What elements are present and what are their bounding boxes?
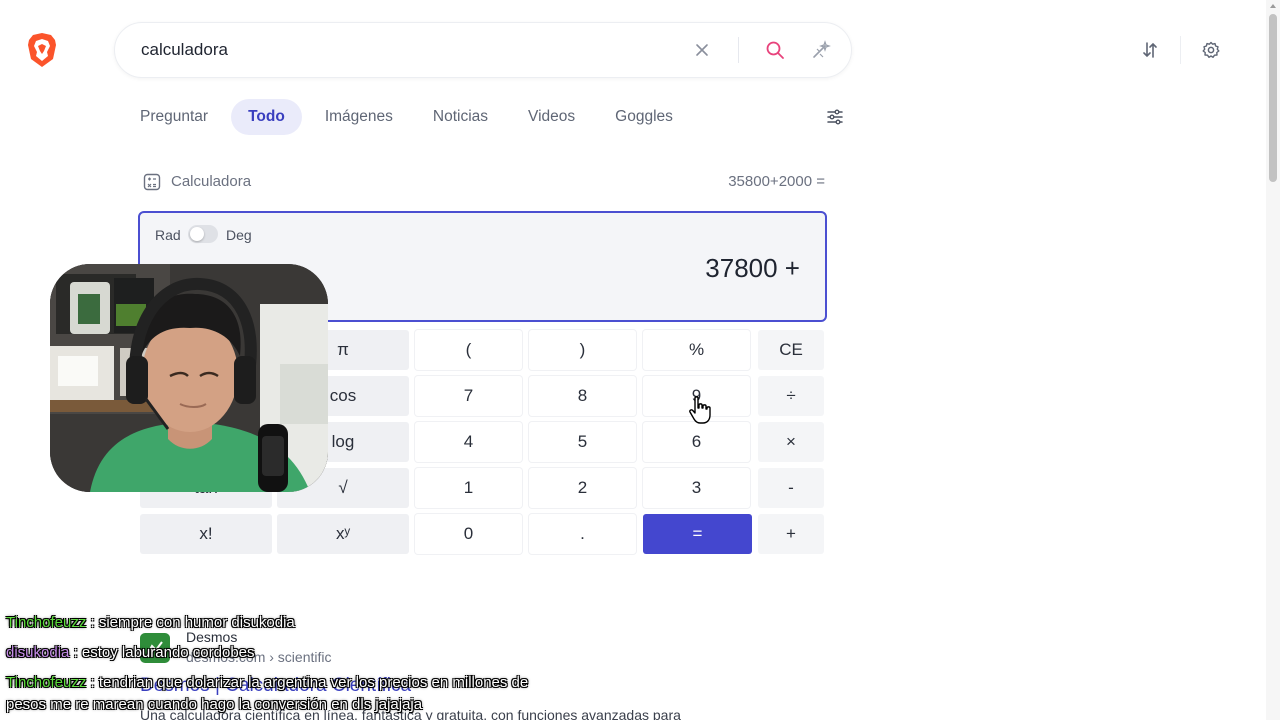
key-1[interactable]: 1 <box>415 468 522 508</box>
key-equals[interactable]: = <box>643 514 752 554</box>
key-close-paren[interactable]: ) <box>529 330 636 370</box>
streamer-webcam-image <box>50 264 328 492</box>
calculator-expression: 35800+2000 = <box>728 173 825 190</box>
chat-text: : estoy laburando cordobes <box>73 644 255 661</box>
chat-message: Tinchofeuzz : siempre con humor disukodi… <box>6 608 646 638</box>
sort-button[interactable] <box>1138 38 1162 62</box>
search-input[interactable]: calculadora <box>141 40 228 60</box>
key-percent[interactable]: % <box>643 330 750 370</box>
stream-chat-overlay: Tinchofeuzz : siempre con humor disukodi… <box>6 608 646 720</box>
tab-noticias[interactable]: Noticias <box>433 99 488 135</box>
display-value: 37800 + <box>705 253 800 283</box>
key-5[interactable]: 5 <box>529 422 636 462</box>
tab-todo[interactable]: Todo <box>231 99 302 135</box>
key-plus[interactable]: + <box>758 514 824 554</box>
calculator-header: Calculadora 35800+2000 = <box>143 172 825 192</box>
key-3[interactable]: 3 <box>643 468 750 508</box>
key-7[interactable]: 7 <box>415 376 522 416</box>
key-divide[interactable]: ÷ <box>758 376 824 416</box>
filter-icon[interactable] <box>826 108 844 126</box>
chat-username: Tinchofeuzz <box>6 674 87 691</box>
search-tabs: Preguntar Todo Imágenes Noticias Videos … <box>140 97 713 137</box>
ai-sparkle-icon <box>813 40 831 58</box>
chat-message-continuation: pesos me re marean cuando hago la conver… <box>6 690 646 720</box>
chat-text: : siempre con humor disukodia <box>90 614 295 631</box>
search-divider <box>738 37 739 63</box>
sort-icon <box>1143 42 1157 58</box>
chat-text: : tendrian que dolarizar la argentina ve… <box>90 674 529 691</box>
key-2[interactable]: 2 <box>529 468 636 508</box>
hand-cursor-icon <box>689 396 711 424</box>
brave-logo-icon[interactable] <box>26 32 58 68</box>
key-6[interactable]: 6 <box>643 422 750 462</box>
rad-label: Rad <box>155 227 181 243</box>
webcam-overlay <box>50 264 328 492</box>
tab-imagenes[interactable]: Imágenes <box>325 99 393 135</box>
page-scrollbar[interactable] <box>1266 0 1280 720</box>
tab-videos[interactable]: Videos <box>528 99 575 135</box>
chat-username: disukodia <box>6 644 70 661</box>
ai-answer-button[interactable] <box>808 37 834 63</box>
close-icon <box>696 44 708 56</box>
search-icon <box>766 41 784 59</box>
rad-deg-toggle[interactable] <box>188 225 218 243</box>
calculator-icon <box>143 173 161 191</box>
key-factorial[interactable]: x! <box>140 514 272 554</box>
key-power[interactable]: xʸ <box>277 514 409 554</box>
scrollbar-thumb[interactable] <box>1269 14 1277 182</box>
chat-text: pesos me re marean cuando hago la conver… <box>6 696 423 713</box>
search-button[interactable] <box>762 37 788 63</box>
tab-preguntar[interactable]: Preguntar <box>140 99 208 135</box>
chat-message: disukodia : estoy laburando cordobes <box>6 638 646 668</box>
header-divider <box>1180 36 1181 64</box>
key-minus[interactable]: - <box>758 468 824 508</box>
key-multiply[interactable]: × <box>758 422 824 462</box>
scroll-up-icon[interactable] <box>1269 2 1277 10</box>
key-0[interactable]: 0 <box>415 514 522 554</box>
gear-icon <box>1202 41 1220 58</box>
key-8[interactable]: 8 <box>529 376 636 416</box>
key-decimal[interactable]: . <box>529 514 636 554</box>
key-open-paren[interactable]: ( <box>415 330 522 370</box>
clear-search-button[interactable] <box>689 37 715 63</box>
search-bar[interactable]: calculadora <box>114 22 852 78</box>
key-4[interactable]: 4 <box>415 422 522 462</box>
key-clear-entry[interactable]: CE <box>758 330 824 370</box>
tab-goggles[interactable]: Goggles <box>615 99 673 135</box>
chat-username: Tinchofeuzz <box>6 614 87 631</box>
calculator-title: Calculadora <box>171 173 252 190</box>
deg-label: Deg <box>226 227 252 243</box>
settings-button[interactable] <box>1199 38 1223 62</box>
